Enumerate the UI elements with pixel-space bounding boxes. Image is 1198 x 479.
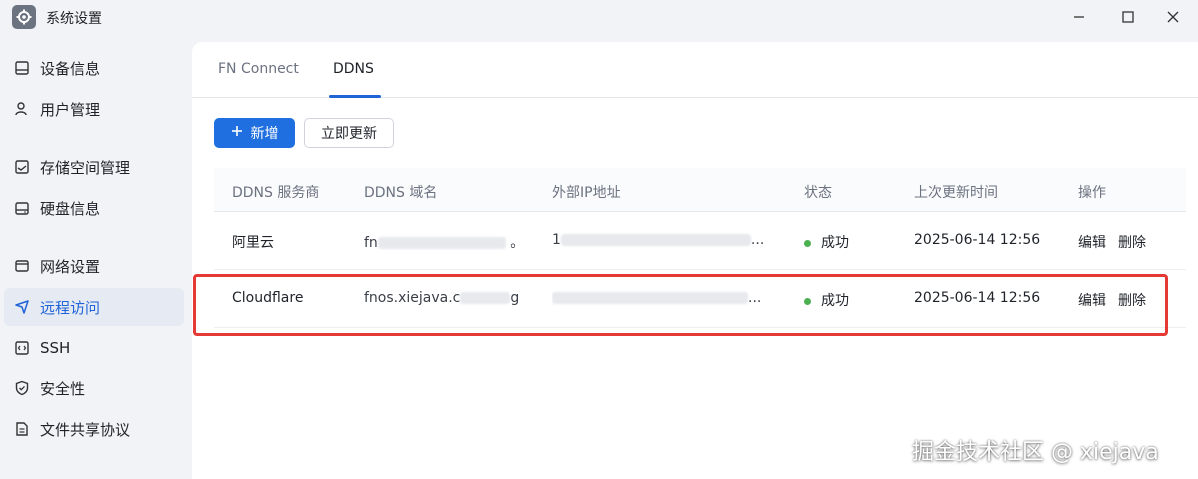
- gear-icon: [12, 5, 36, 29]
- domain-text: fn: [364, 235, 378, 251]
- add-button[interactable]: 新增: [214, 118, 295, 148]
- domain-suffix: g: [510, 290, 520, 306]
- column-header: 上次更新时间: [914, 185, 998, 201]
- tab-ddns[interactable]: DDNS: [333, 61, 374, 77]
- updated-time-cell: 2025-06-14 12:56: [914, 290, 1041, 306]
- tab-bar: FN Connect DDNS: [192, 42, 1198, 98]
- plus-icon: [231, 125, 243, 141]
- add-button-label: 新增: [250, 126, 279, 142]
- code-icon: [12, 338, 32, 358]
- column-header: DDNS 服务商: [232, 185, 320, 201]
- column-header: 状态: [804, 185, 832, 201]
- table-row[interactable]: Cloudflare fnos.xiejava.c g ... 成功 2025-0…: [214, 270, 1186, 328]
- domain-cell: fn 。: [364, 232, 524, 252]
- delete-link[interactable]: 删除: [1118, 232, 1146, 252]
- provider-cell: 阿里云: [232, 235, 274, 251]
- watermark: 掘金技术社区 @ xiejava: [912, 440, 1159, 465]
- status-cell: 成功: [804, 232, 849, 252]
- sidebar-item-label: 用户管理: [40, 100, 101, 119]
- domain-text: fnos.xiejava.c: [364, 290, 461, 306]
- storage-icon: [12, 157, 32, 177]
- domain-suffix: 。: [510, 235, 525, 251]
- title-bar: 系统设置: [0, 0, 1198, 34]
- active-tab-indicator: [329, 95, 381, 98]
- settings-window: 系统设置 设备信息 用户管理 存储空间管理 硬盘信息 网络设置 远程访问 SSH…: [0, 0, 1198, 479]
- status-dot: [804, 239, 811, 247]
- minimize-icon[interactable]: [1068, 6, 1090, 28]
- ip-suffix: ...: [748, 290, 762, 306]
- status-cell: 成功: [804, 290, 849, 310]
- send-icon: [12, 297, 32, 317]
- sidebar-item-label: 存储空间管理: [40, 158, 131, 177]
- sidebar-item-user-management[interactable]: 用户管理: [4, 90, 184, 128]
- maximize-icon[interactable]: [1117, 6, 1139, 28]
- status-dot: [804, 297, 811, 305]
- ddns-table: DDNS 服务商 DDNS 域名 外部IP地址 状态 上次更新时间 操作 阿里云…: [214, 168, 1186, 328]
- edit-link[interactable]: 编辑: [1078, 290, 1106, 310]
- table-header: DDNS 服务商 DDNS 域名 外部IP地址 状态 上次更新时间 操作: [214, 168, 1186, 212]
- status-text: 成功: [821, 293, 849, 309]
- column-header: 操作: [1078, 185, 1106, 201]
- sidebar-item-ssh[interactable]: SSH: [4, 329, 184, 367]
- status-text: 成功: [821, 235, 849, 251]
- updated-time-cell: 2025-06-14 12:56: [914, 232, 1041, 248]
- document-icon: [12, 419, 32, 439]
- ip-cell: ...: [552, 290, 761, 306]
- device-icon: [12, 58, 32, 78]
- domain-cell: fnos.xiejava.c g: [364, 290, 519, 306]
- sidebar-item-network[interactable]: 网络设置: [4, 247, 184, 285]
- tab-fn-connect[interactable]: FN Connect: [218, 61, 299, 77]
- shield-icon: [12, 378, 32, 398]
- redaction-blur: [552, 292, 748, 304]
- ip-suffix: ...: [750, 232, 765, 248]
- close-icon[interactable]: [1162, 6, 1184, 28]
- window-title: 系统设置: [46, 11, 102, 27]
- sidebar-item-remote-access[interactable]: 远程访问: [4, 288, 184, 326]
- sidebar-item-file-sharing[interactable]: 文件共享协议: [4, 410, 184, 448]
- sidebar-item-disk-info[interactable]: 硬盘信息: [4, 189, 184, 227]
- column-header: 外部IP地址: [552, 185, 621, 201]
- sidebar-item-label: 远程访问: [40, 298, 101, 317]
- main-panel: FN Connect DDNS 新增 立即更新 DDNS 服务商 DDNS 域名…: [192, 42, 1198, 479]
- column-header: DDNS 域名: [364, 185, 438, 201]
- sidebar-item-security[interactable]: 安全性: [4, 369, 184, 407]
- sidebar-item-label: 设备信息: [40, 59, 101, 78]
- sidebar-item-label: 网络设置: [40, 257, 101, 276]
- redaction-blur: [460, 292, 511, 304]
- provider-cell: Cloudflare: [232, 290, 304, 306]
- sidebar: 设备信息 用户管理 存储空间管理 硬盘信息 网络设置 远程访问 SSH 安全性: [0, 44, 192, 479]
- ip-cell: 1...: [552, 232, 764, 248]
- edit-link[interactable]: 编辑: [1078, 232, 1106, 252]
- delete-link[interactable]: 删除: [1118, 290, 1146, 310]
- sidebar-item-label: 硬盘信息: [40, 199, 101, 218]
- network-icon: [12, 256, 32, 276]
- sidebar-item-storage[interactable]: 存储空间管理: [4, 148, 184, 186]
- disk-icon: [12, 198, 32, 218]
- sidebar-item-label: 文件共享协议: [40, 420, 131, 439]
- redaction-blur: [377, 237, 506, 249]
- sidebar-item-label: 安全性: [40, 379, 86, 398]
- redaction-blur: [560, 234, 751, 246]
- ip-text: 1: [552, 232, 561, 248]
- sidebar-item-device-info[interactable]: 设备信息: [4, 49, 184, 87]
- sidebar-item-label: SSH: [40, 339, 71, 357]
- user-icon: [12, 99, 32, 119]
- table-row[interactable]: 阿里云 fn 。 1... 成功 2025-06-14 12:56 编辑 删除: [214, 212, 1186, 270]
- update-now-button[interactable]: 立即更新: [304, 118, 394, 148]
